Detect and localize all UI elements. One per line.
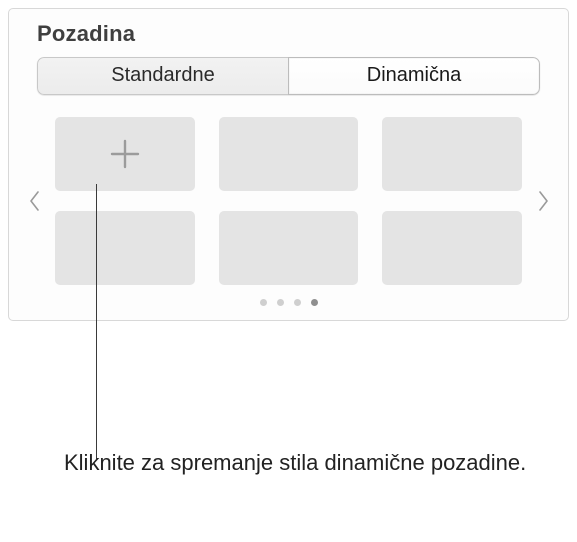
page-dots	[19, 299, 558, 306]
style-tile[interactable]	[55, 211, 195, 285]
plus-icon	[107, 136, 143, 172]
next-arrow[interactable]	[530, 141, 556, 261]
callout-leader-line	[96, 184, 97, 460]
page-dot[interactable]	[277, 299, 284, 306]
tab-dynamic[interactable]: Dinamična	[288, 57, 540, 95]
background-panel: Pozadina Standardne Dinamična	[8, 8, 569, 321]
panel-title: Pozadina	[37, 21, 558, 47]
segmented-control: Standardne Dinamična	[37, 57, 540, 95]
style-tile[interactable]	[219, 117, 359, 191]
tile-grid	[47, 117, 530, 285]
callout: Kliknite za spremanje stila dinamične po…	[64, 448, 544, 478]
chevron-left-icon	[29, 191, 40, 211]
page-dot[interactable]	[260, 299, 267, 306]
add-style-tile[interactable]	[55, 117, 195, 191]
carousel	[21, 117, 556, 285]
tab-standard[interactable]: Standardne	[37, 57, 288, 95]
page-dot[interactable]	[311, 299, 318, 306]
style-tile[interactable]	[219, 211, 359, 285]
page-dot[interactable]	[294, 299, 301, 306]
chevron-right-icon	[538, 191, 549, 211]
callout-text: Kliknite za spremanje stila dinamične po…	[64, 448, 544, 478]
style-tile[interactable]	[382, 211, 522, 285]
prev-arrow[interactable]	[21, 141, 47, 261]
style-tile[interactable]	[382, 117, 522, 191]
